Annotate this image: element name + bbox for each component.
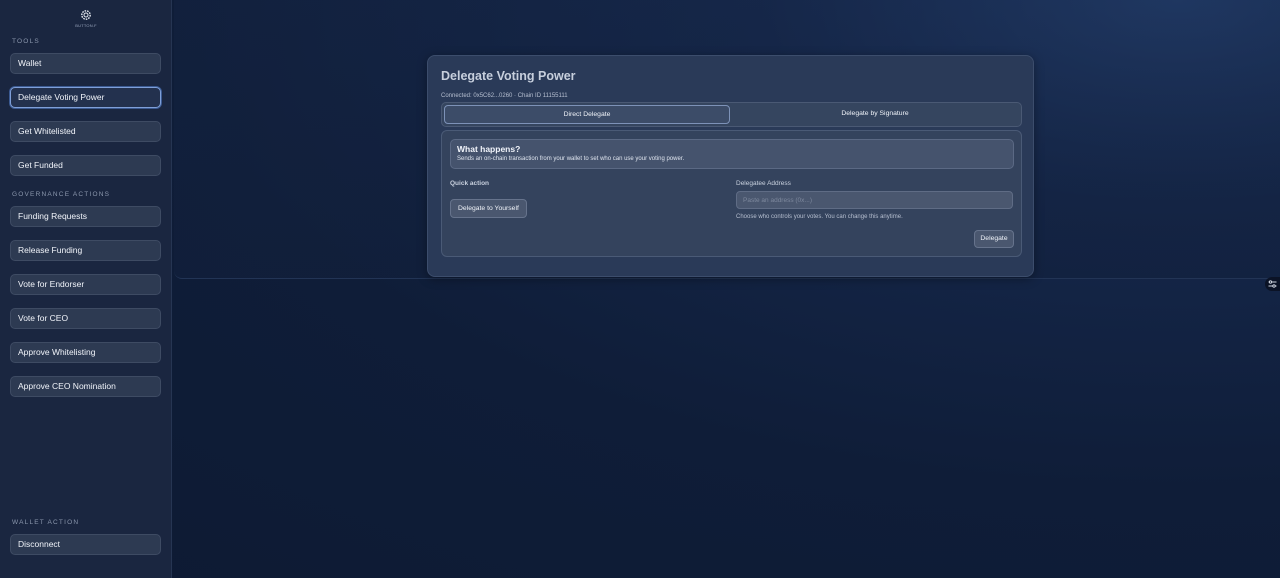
sidebar-item-funding-requests[interactable]: Funding Requests bbox=[10, 206, 161, 227]
page-title: Delegate Voting Power bbox=[441, 69, 576, 83]
info-box: What happens? Sends an on-chain transact… bbox=[450, 139, 1014, 169]
info-title: What happens? bbox=[457, 144, 521, 154]
disconnect-button[interactable]: Disconnect bbox=[10, 534, 161, 555]
delegate-card: Delegate Voting Power Connected: 0x5C62.… bbox=[427, 55, 1034, 277]
app-logo[interactable]: BUTTON.F bbox=[75, 8, 97, 28]
direct-delegate-panel: What happens? Sends an on-chain transact… bbox=[441, 130, 1022, 257]
delegate-to-yourself-button[interactable]: Delegate to Yourself bbox=[450, 199, 527, 218]
sidebar-item-vote-for-ceo[interactable]: Vote for CEO bbox=[10, 308, 161, 329]
sidebar-item-get-funded[interactable]: Get Funded bbox=[10, 155, 161, 176]
floating-settings-button[interactable] bbox=[1265, 277, 1280, 291]
wallet-action-section-label: WALLET ACTION bbox=[12, 519, 80, 526]
sidebar-item-get-whitelisted[interactable]: Get Whitelisted bbox=[10, 121, 161, 142]
sidebar-item-vote-for-endorser[interactable]: Vote for Endorser bbox=[10, 274, 161, 295]
settings-sliders-icon bbox=[1268, 280, 1277, 288]
sidebar-item-approve-ceo-nomination[interactable]: Approve CEO Nomination bbox=[10, 376, 161, 397]
delegatee-address-input[interactable] bbox=[736, 191, 1013, 209]
connection-status: Connected: 0x5C62...0260 · Chain ID 1115… bbox=[441, 93, 568, 99]
sidebar-item-wallet[interactable]: Wallet bbox=[10, 53, 161, 74]
sidebar-item-release-funding[interactable]: Release Funding bbox=[10, 240, 161, 261]
delegatee-address-label: Delegatee Address bbox=[736, 180, 791, 187]
quick-action-label: Quick action bbox=[450, 180, 490, 187]
governance-section-label: GOVERNANCE ACTIONS bbox=[12, 191, 111, 198]
tools-section-label: TOOLS bbox=[12, 38, 40, 45]
sidebar-item-delegate-voting-power[interactable]: Delegate Voting Power bbox=[10, 87, 161, 108]
delegate-tabs: Direct Delegate Delegate by Signature bbox=[441, 102, 1022, 127]
sidebar-item-approve-whitelisting[interactable]: Approve Whitelisting bbox=[10, 342, 161, 363]
delegatee-help-text: Choose who controls your votes. You can … bbox=[736, 214, 903, 220]
delegate-button[interactable]: Delegate bbox=[974, 230, 1014, 248]
tab-direct-delegate[interactable]: Direct Delegate bbox=[444, 105, 730, 124]
gear-logo-icon bbox=[81, 10, 91, 20]
tab-delegate-by-signature[interactable]: Delegate by Signature bbox=[732, 105, 1018, 124]
info-text: Sends an on-chain transaction from your … bbox=[457, 156, 685, 162]
logo-text: BUTTON.F bbox=[75, 23, 97, 28]
sidebar: BUTTON.F TOOLS Wallet Delegate Voting Po… bbox=[0, 0, 172, 578]
